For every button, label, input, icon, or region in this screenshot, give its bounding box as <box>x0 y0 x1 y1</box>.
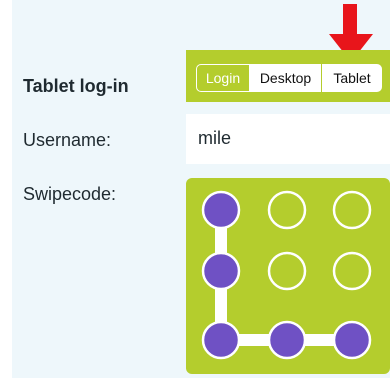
swipe-dot-active[interactable] <box>201 190 241 230</box>
swipecode-pad[interactable] <box>186 178 390 374</box>
tab-desktop[interactable]: Desktop <box>250 64 322 92</box>
username-value: mile <box>198 128 232 148</box>
swipecode-label: Swipecode: <box>23 184 117 204</box>
swipe-dot-active[interactable] <box>201 251 241 291</box>
swipecode-grid[interactable] <box>186 178 390 374</box>
device-tab-bar: Login Desktop Tablet <box>186 50 390 102</box>
tab-login[interactable]: Login <box>196 64 250 92</box>
swipe-path-line <box>215 210 352 346</box>
swipe-dot[interactable] <box>332 251 372 291</box>
tab-tablet[interactable]: Tablet <box>322 64 382 92</box>
swipe-dot-active[interactable] <box>332 320 372 360</box>
swipe-dot[interactable] <box>267 190 307 230</box>
swipe-dot-active[interactable] <box>201 320 241 360</box>
swipe-dot[interactable] <box>267 251 307 291</box>
swipe-dot-active[interactable] <box>267 320 307 360</box>
swipe-dot[interactable] <box>332 190 372 230</box>
username-label: Username: <box>23 130 112 150</box>
page-title: Tablet log-in <box>23 76 129 96</box>
username-field[interactable]: mile <box>186 114 390 164</box>
